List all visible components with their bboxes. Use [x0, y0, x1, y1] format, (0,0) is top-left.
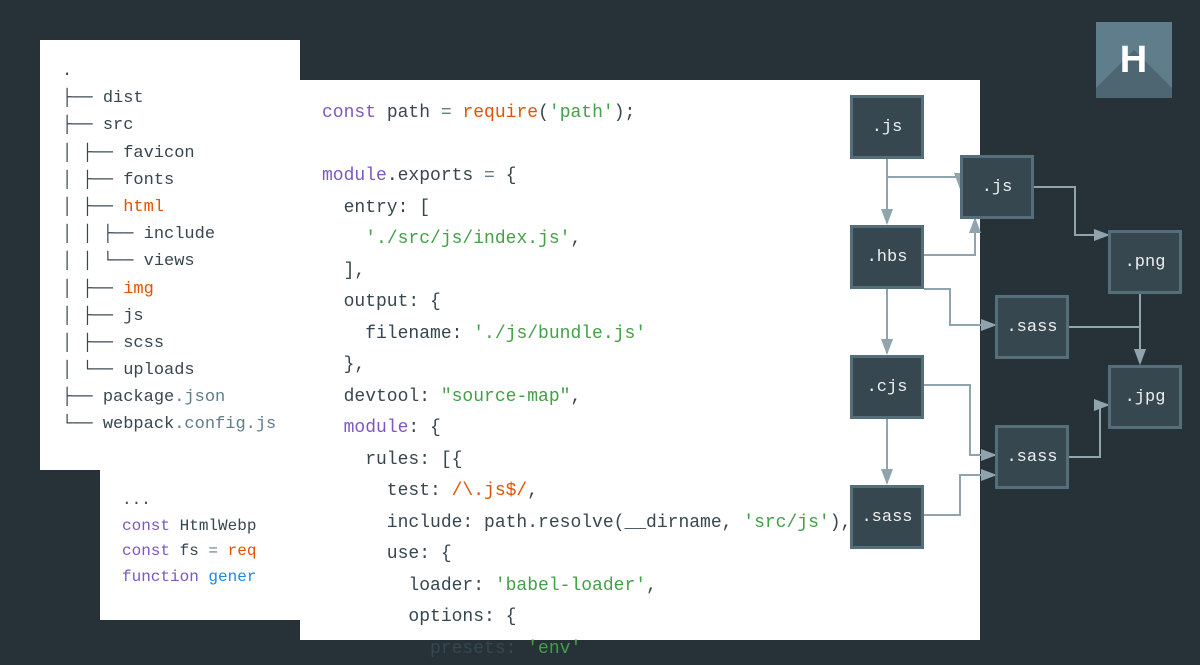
- tree-line: └── webpack.config.js: [62, 411, 278, 438]
- graph-node-hbs: .hbs: [850, 225, 924, 289]
- tree-line: │ ├── img: [62, 276, 278, 303]
- tree-line: │ │ ├── include: [62, 221, 278, 248]
- snippet-line: const fs = req: [122, 539, 318, 565]
- h-logo-badge: H: [1096, 22, 1172, 98]
- tree-line: ├── dist: [62, 85, 278, 112]
- tree-line: │ ├── js: [62, 303, 278, 330]
- tree-line: │ ├── favicon: [62, 140, 278, 167]
- graph-node-js: .js: [960, 155, 1034, 219]
- graph-node-label: .png: [1125, 253, 1166, 272]
- tree-line: ├── src: [62, 112, 278, 139]
- graph-node-cjs: .cjs: [850, 355, 924, 419]
- graph-node-jpg: .jpg: [1108, 365, 1182, 429]
- tree-line: .: [62, 58, 278, 85]
- graph-node-sass: .sass: [995, 425, 1069, 489]
- file-tree-card: .├── dist├── src│ ├── favicon│ ├── fonts…: [40, 40, 300, 470]
- graph-node-label: .sass: [861, 508, 912, 527]
- graph-node-label: .cjs: [867, 378, 908, 397]
- tree-line: │ ├── html: [62, 194, 278, 221]
- tree-line: │ ├── scss: [62, 330, 278, 357]
- tree-line: │ │ └── views: [62, 248, 278, 275]
- graph-node-label: .sass: [1006, 318, 1057, 337]
- graph-node-sass: .sass: [995, 295, 1069, 359]
- code-line: loader: 'babel-loader',: [322, 571, 958, 603]
- snippet-line: const HtmlWebp: [122, 514, 318, 540]
- graph-node-label: .js: [872, 118, 903, 137]
- graph-node-label: .jpg: [1125, 388, 1166, 407]
- module-graph: .js .js .hbs .png .sass .cjs .jpg .sass .sass: [840, 95, 1200, 565]
- graph-node-js: .js: [850, 95, 924, 159]
- tree-line: │ └── uploads: [62, 357, 278, 384]
- snippet-line: ...: [122, 488, 318, 514]
- graph-node-sass: .sass: [850, 485, 924, 549]
- graph-node-label: .hbs: [867, 248, 908, 267]
- graph-node-png: .png: [1108, 230, 1182, 294]
- snippet-line: function gener: [122, 565, 318, 591]
- tree-line: ├── package.json: [62, 384, 278, 411]
- badge-letter: H: [1120, 39, 1148, 82]
- graph-node-label: .sass: [1006, 448, 1057, 467]
- code-line: presets: 'env': [322, 634, 958, 665]
- graph-node-label: .js: [982, 178, 1013, 197]
- tree-line: │ ├── fonts: [62, 167, 278, 194]
